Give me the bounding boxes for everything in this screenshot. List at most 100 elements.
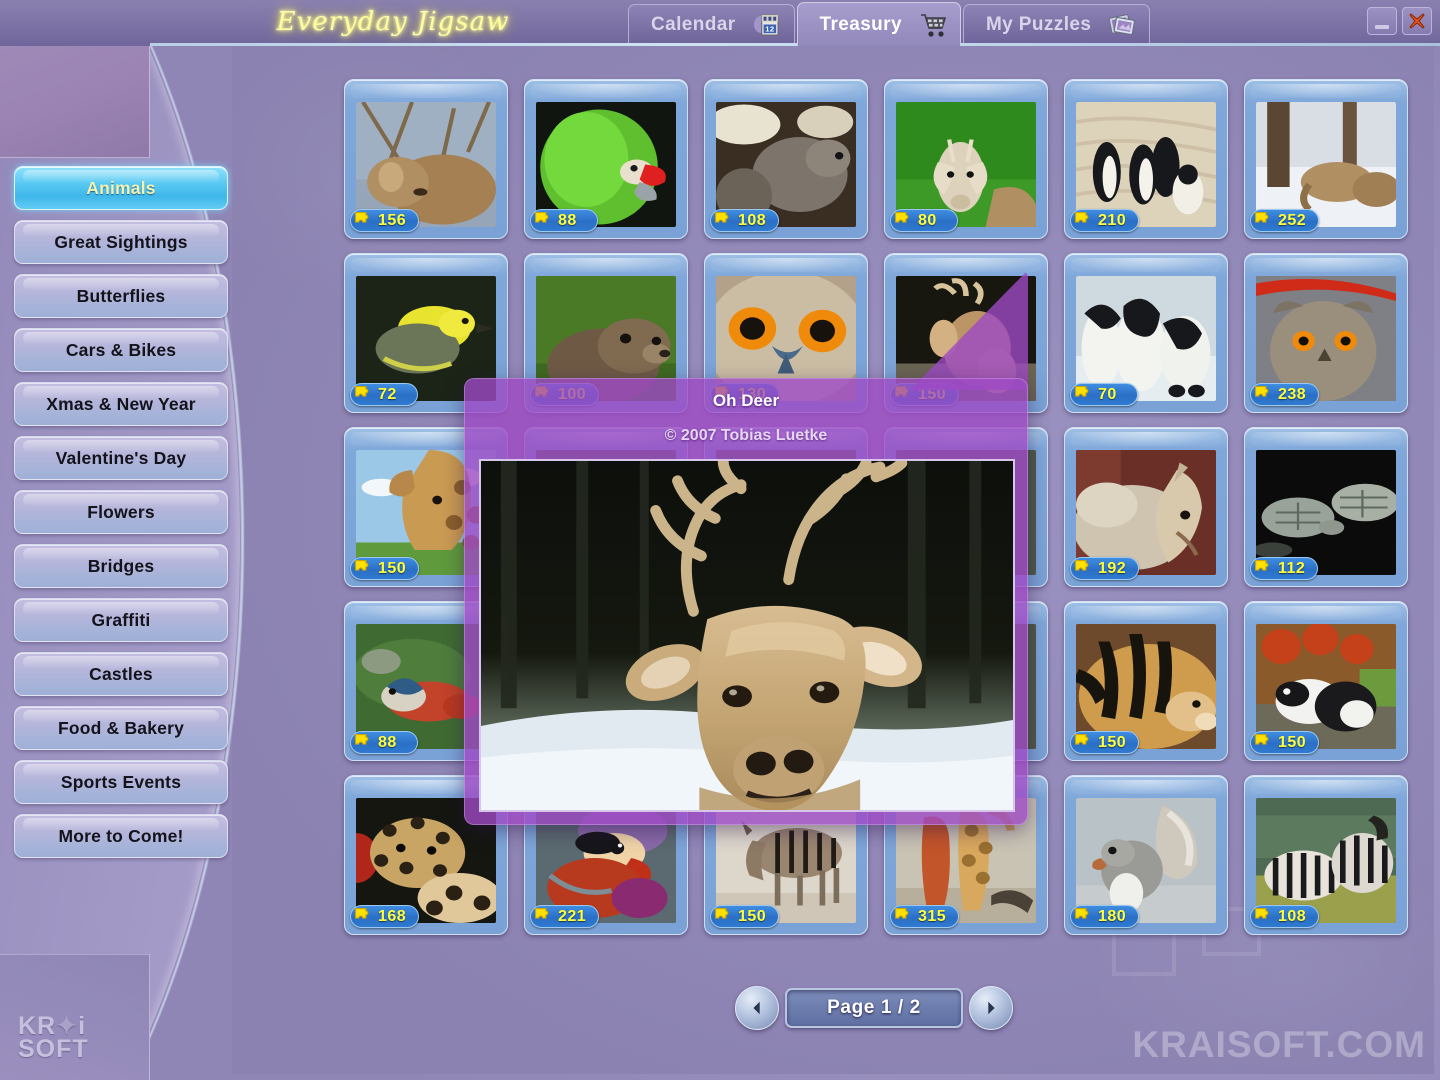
popup-photo (479, 459, 1015, 812)
sidebar-item-cars-and-bikes[interactable]: Cars & Bikes (14, 328, 228, 372)
previous-page-button[interactable] (735, 986, 779, 1030)
piece-count-badge: 150 (710, 905, 780, 928)
puzzle-thumbnail[interactable]: 210 (1064, 79, 1228, 239)
puzzle-thumbnail[interactable]: 238 (1244, 253, 1408, 413)
piece-count: 315 (918, 907, 947, 925)
photos-icon (1105, 10, 1139, 40)
puzzle-thumbnail[interactable]: 180 (1064, 775, 1228, 935)
piece-count-badge: 210 (1070, 209, 1140, 232)
piece-count: 108 (738, 211, 767, 229)
calendar-icon: 12 (750, 10, 784, 40)
piece-count-badge: 238 (1250, 383, 1320, 406)
tab-calendar[interactable]: Calendar 12 (628, 4, 795, 44)
piece-count-badge: 150 (1250, 731, 1320, 754)
piece-count-badge: 88 (530, 209, 598, 232)
piece-count: 112 (1278, 559, 1306, 577)
sidebar-item-label: Cars & Bikes (65, 339, 177, 360)
app-logo: Everyday Jigsaw (276, 7, 510, 37)
puzzle-thumbnail[interactable]: 108 (1244, 775, 1408, 935)
sidebar-item-sports-events[interactable]: Sports Events (14, 760, 228, 804)
piece-count-badge: 150 (1070, 731, 1140, 754)
sidebar-item-label: More to Come! (58, 825, 184, 846)
site-watermark: KRAISOFT.COM (1132, 1024, 1426, 1065)
piece-count: 252 (1278, 211, 1307, 229)
puzzle-thumbnail[interactable]: 70 (1064, 253, 1228, 413)
sidebar-item-great-sightings[interactable]: Great Sightings (14, 220, 228, 264)
sidebar-item-label: Xmas & New Year (46, 393, 196, 414)
puzzle-preview-popup[interactable]: Oh Deer © 2007 Tobias Luetke (464, 270, 1028, 825)
piece-count: 150 (738, 907, 767, 925)
piece-count: 221 (558, 907, 587, 925)
sidebar-item-label: Sports Events (60, 771, 182, 792)
piece-count-badge: 108 (1250, 905, 1320, 928)
puzzle-thumbnail[interactable]: 156 (344, 79, 508, 239)
sidebar-item-castles[interactable]: Castles (14, 652, 228, 696)
puzzle-thumbnail[interactable]: 150 (1244, 601, 1408, 761)
minimize-icon (1375, 25, 1389, 29)
piece-count: 88 (378, 733, 397, 751)
popup-title: Oh Deer (712, 391, 780, 410)
puzzle-piece-icon (355, 212, 369, 223)
sidebar-item-flowers[interactable]: Flowers (14, 490, 228, 534)
tab-label: My Puzzles (985, 13, 1092, 35)
puzzle-piece-icon (895, 212, 909, 223)
piece-count: 192 (1098, 559, 1127, 577)
piece-count-badge: 80 (890, 209, 958, 232)
window-controls (1367, 7, 1432, 35)
sidebar-item-label: Flowers (87, 501, 155, 522)
sidebar-item-food-and-bakery[interactable]: Food & Bakery (14, 706, 228, 750)
close-button[interactable] (1402, 7, 1432, 35)
piece-count-badge: 180 (1070, 905, 1140, 928)
piece-count: 180 (1098, 907, 1127, 925)
piece-count-badge: 150 (350, 557, 420, 580)
piece-count-badge: 108 (710, 209, 780, 232)
piece-count-badge: 315 (890, 905, 960, 928)
piece-count: 70 (1098, 385, 1117, 403)
puzzle-piece-icon (1255, 908, 1269, 919)
puzzle-piece-icon (1075, 212, 1089, 223)
puzzle-piece-icon (355, 386, 369, 397)
sidebar-item-bridges[interactable]: Bridges (14, 544, 228, 588)
puzzle-thumbnail[interactable]: 88 (524, 79, 688, 239)
puzzle-piece-icon (535, 908, 549, 919)
piece-count: 72 (378, 385, 397, 403)
puzzle-thumbnail[interactable]: 112 (1244, 427, 1408, 587)
sidebar-item-graffiti[interactable]: Graffiti (14, 598, 228, 642)
sidebar-item-more-to-come[interactable]: More to Come! (14, 814, 228, 858)
puzzle-thumbnail[interactable]: 108 (704, 79, 868, 239)
sidebar-item-xmas-and-new-year[interactable]: Xmas & New Year (14, 382, 228, 426)
piece-count: 150 (1098, 733, 1127, 751)
sidebar-item-butterflies[interactable]: Butterflies (14, 274, 228, 318)
category-list: Animals Great Sightings Butterflies Cars… (14, 166, 228, 868)
category-sidebar: Animals Great Sightings Butterflies Cars… (0, 0, 246, 1080)
piece-count-badge: 192 (1070, 557, 1140, 580)
sidebar-item-label: Animals (86, 177, 156, 198)
application-window: 156 88 108 80 210 252 72 70 238 150 192 … (0, 0, 1440, 1080)
kraisoft-logo: KR✦i SOFT (18, 1013, 89, 1064)
minimize-button[interactable] (1367, 7, 1397, 35)
puzzle-piece-icon (1075, 560, 1089, 571)
piece-count-badge: 112 (1250, 557, 1319, 580)
tab-my-puzzles[interactable]: My Puzzles (962, 4, 1151, 44)
piece-count: 108 (1278, 907, 1307, 925)
puzzle-piece-icon (1075, 734, 1089, 745)
puzzle-thumbnail[interactable]: 192 (1064, 427, 1228, 587)
piece-count-badge: 221 (530, 905, 600, 928)
piece-count: 210 (1098, 211, 1127, 229)
sidebar-item-label: Valentine's Day (55, 447, 187, 468)
sidebar-item-animals[interactable]: Animals (14, 166, 228, 210)
piece-count-badge: 168 (350, 905, 420, 928)
puzzle-thumbnail[interactable]: 80 (884, 79, 1048, 239)
svg-text:12: 12 (765, 25, 774, 34)
puzzle-thumbnail[interactable]: 150 (1064, 601, 1228, 761)
piece-count-badge: 252 (1250, 209, 1320, 232)
next-page-button[interactable] (969, 986, 1013, 1030)
puzzle-piece-icon (355, 734, 369, 745)
puzzle-thumbnail[interactable]: 252 (1244, 79, 1408, 239)
logo-text-soft: SOFT (18, 1035, 89, 1064)
tab-treasury[interactable]: Treasury (796, 2, 961, 46)
piece-count: 80 (918, 211, 937, 229)
shopping-cart-icon (916, 10, 950, 40)
sidebar-item-valentines-day[interactable]: Valentine's Day (14, 436, 228, 480)
puzzle-piece-icon (1255, 386, 1269, 397)
